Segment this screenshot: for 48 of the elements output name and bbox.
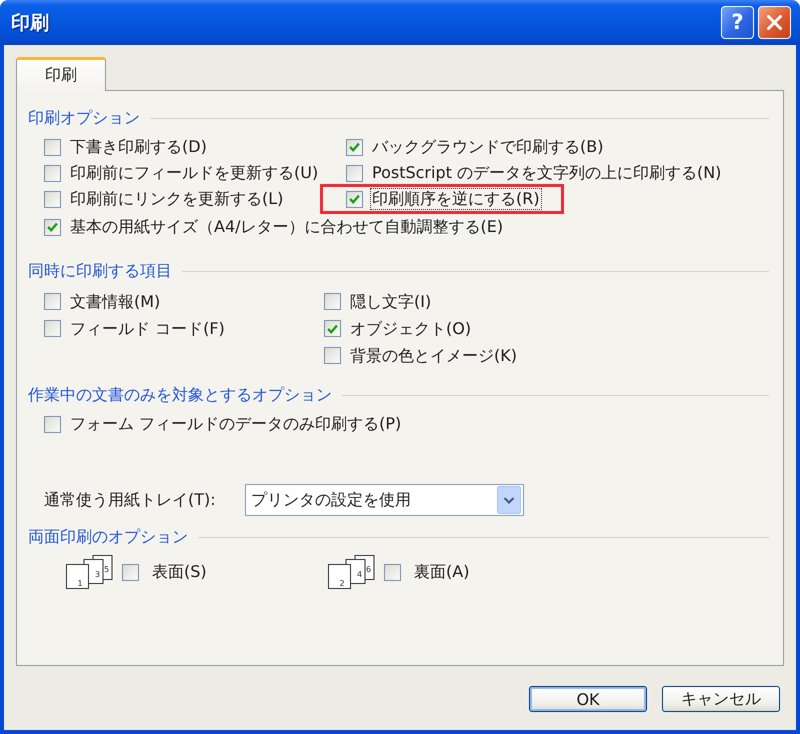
checkbox[interactable] (44, 218, 61, 236)
checkbox-label: フォーム フィールドのデータのみ印刷する(P) (69, 413, 402, 435)
close-button[interactable] (758, 6, 791, 39)
checkmark-icon (349, 142, 360, 152)
checkbox[interactable] (122, 564, 139, 580)
checkmark-icon (349, 194, 360, 204)
checkbox-label: 印刷前にフィールドを更新する(U) (69, 162, 320, 184)
checkbox-label: 下書き印刷する(D) (69, 136, 208, 158)
section-title: 作業中の文書のみを対象とするオプション (28, 385, 332, 405)
section-title: 両面印刷のオプション (28, 527, 188, 547)
checkbox[interactable] (324, 293, 341, 310)
checkmark-icon (47, 222, 58, 232)
checkbox[interactable] (44, 320, 61, 337)
checkbox[interactable] (384, 564, 401, 580)
checkbox[interactable] (324, 320, 341, 337)
checkbox-label: 基本の用紙サイズ（A4/レター）に合わせて自動調整する(E) (69, 216, 504, 238)
checkbox[interactable] (346, 190, 363, 208)
checkbox-label: 裏面(A) (413, 561, 470, 583)
paper-tray-dropdown[interactable]: プリンタの設定を使用 (245, 484, 524, 516)
dialog-button[interactable]: キャンセル (662, 686, 780, 712)
checkbox-label: 印刷順序を逆にする(R) (370, 188, 542, 210)
section-title: 同時に印刷する項目 (28, 261, 172, 281)
help-button[interactable]: ? (721, 6, 754, 39)
checkbox[interactable] (346, 164, 363, 182)
checkbox-label: 文書情報(M) (69, 290, 162, 312)
checkbox[interactable] (324, 347, 341, 364)
checkbox-label: 背景の色とイメージ(K) (349, 344, 518, 366)
checkbox[interactable] (44, 293, 61, 310)
checkbox-label: フィールド コード(F) (69, 318, 226, 340)
checkbox-label: オブジェクト(O) (349, 318, 472, 340)
checkbox[interactable] (44, 164, 61, 182)
section-title: 印刷オプション (28, 108, 140, 128)
dialog-button[interactable]: OK (529, 686, 647, 712)
tab[interactable]: 印刷 (16, 57, 106, 91)
checkbox[interactable] (44, 416, 61, 432)
checkbox-label: バックグラウンドで印刷する(B) (371, 136, 604, 158)
checkbox-label: 隠し文字(I) (349, 290, 432, 312)
checkmark-icon (327, 324, 338, 334)
checkbox[interactable] (44, 190, 61, 208)
checkbox[interactable] (44, 138, 61, 156)
paper-tray-label: 通常使う用紙トレイ(T): (44, 490, 217, 510)
checkbox-label: PostScript のデータを文字列の上に印刷する(N) (371, 162, 722, 184)
window-title: 印刷 (11, 10, 49, 36)
checkbox-label: 印刷前にリンクを更新する(L) (69, 188, 284, 210)
checkbox-label: 表面(S) (151, 561, 208, 583)
close-icon (767, 15, 782, 30)
chevron-down-icon (497, 486, 521, 514)
checkbox[interactable] (346, 138, 363, 156)
